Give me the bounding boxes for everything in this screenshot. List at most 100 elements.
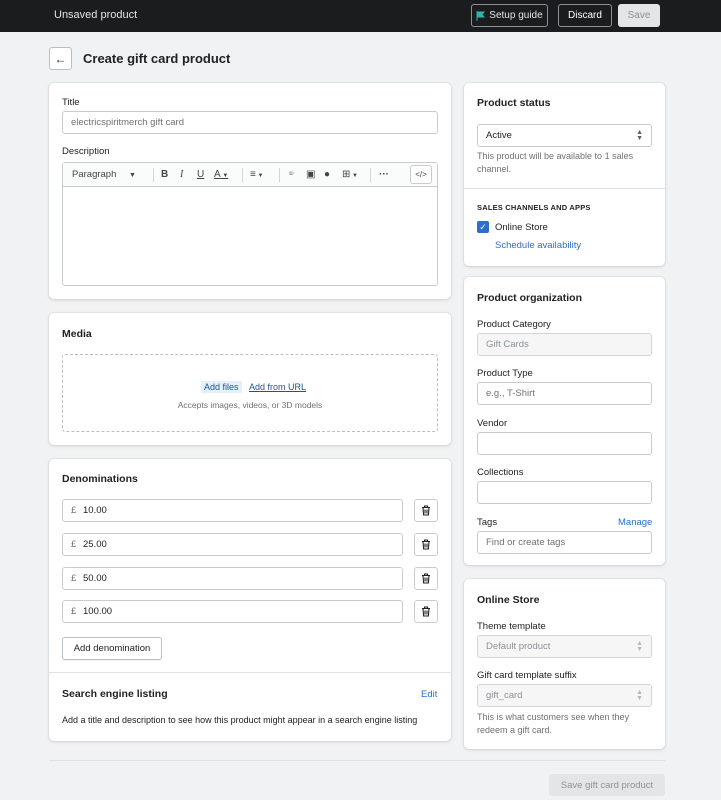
currency-symbol: £ [71, 573, 77, 584]
description-editor[interactable]: Paragraph ▼ B I U A ▼ ≡ ▼ ⚭ ▣ ● ⊞ ▼ ··· … [62, 162, 438, 286]
status-help: This product will be available to 1 sale… [477, 151, 634, 174]
footer-divider [49, 760, 665, 761]
table-icon[interactable]: ⊞ ▼ [342, 169, 358, 180]
setup-guide-button[interactable]: Setup guide [471, 4, 548, 27]
add-denomination-button[interactable]: Add denomination [62, 637, 162, 660]
denomination-value: 25.00 [83, 539, 107, 550]
flag-icon [476, 10, 486, 21]
unsaved-title: Unsaved product [54, 9, 138, 21]
arrow-left-icon: ← [54, 51, 67, 66]
seo-description: Add a title and description to see how t… [62, 715, 418, 725]
select-arrows-icon: ▲ ▼ [636, 689, 643, 702]
setup-guide-label: Setup guide [489, 10, 543, 21]
suffix-label: Gift card template suffix [477, 670, 577, 681]
schedule-availability-link[interactable]: Schedule availability [495, 240, 581, 251]
product-organization-heading: Product organization [477, 292, 582, 304]
tags-label: Tags [477, 517, 498, 528]
suffix-help: This is what customers see when they red… [477, 712, 630, 735]
title-label: Title [62, 97, 80, 108]
toolbar-separator [370, 168, 371, 182]
online-store-checkbox[interactable]: ✓ [477, 221, 489, 233]
align-icon[interactable]: ≡ ▼ [250, 169, 263, 180]
online-store-heading: Online Store [477, 594, 540, 606]
caret-down-icon: ▼ [129, 172, 136, 179]
paragraph-dropdown[interactable]: Paragraph ▼ [72, 169, 136, 180]
product-status-heading: Product status [477, 97, 551, 109]
page-title: Create gift card product [83, 51, 231, 66]
section-divider [49, 672, 451, 673]
trash-icon [422, 573, 430, 584]
product-type-placeholder: e.g., T-Shirt [486, 388, 535, 399]
bold-icon[interactable]: B [161, 169, 168, 180]
discard-button[interactable]: Discard [558, 4, 612, 27]
denomination-value: 10.00 [83, 505, 107, 516]
suffix-select[interactable]: gift_card ▲ ▼ [477, 684, 652, 707]
media-heading: Media [62, 328, 92, 340]
manage-tags-link[interactable]: Manage [618, 517, 652, 528]
vendor-label: Vendor [477, 418, 508, 429]
collections-label: Collections [477, 467, 524, 478]
top-bar: Unsaved product Setup guide Discard Save [0, 0, 721, 32]
denomination-input[interactable]: £100.00 [62, 600, 403, 623]
underline-icon[interactable]: U [197, 169, 204, 180]
save-button[interactable]: Save [618, 4, 660, 27]
link-icon[interactable]: ⚭ [287, 169, 295, 180]
category-label: Product Category [477, 319, 551, 330]
suffix-value: gift_card [486, 690, 523, 701]
add-files-button[interactable]: Add files [201, 381, 242, 393]
section-divider [464, 188, 665, 189]
theme-template-value: Default product [486, 641, 551, 652]
toolbar-separator [242, 168, 243, 182]
currency-symbol: £ [71, 505, 77, 516]
text-color-icon[interactable]: A ▼ [214, 169, 228, 180]
trash-icon [422, 505, 430, 516]
delete-denomination-button[interactable] [414, 600, 438, 623]
denomination-input[interactable]: £50.00 [62, 567, 403, 590]
category-input[interactable]: Gift Cards [477, 333, 652, 356]
tags-placeholder: Find or create tags [486, 537, 566, 548]
toolbar-separator [279, 168, 280, 182]
checkmark-icon: ✓ [479, 221, 487, 232]
description-label: Description [62, 146, 110, 157]
product-type-label: Product Type [477, 368, 533, 379]
accepts-text: Accepts images, videos, or 3D models [177, 400, 323, 410]
collections-input[interactable] [477, 481, 652, 504]
title-input-value: electricspiritmerch gift card [71, 117, 184, 128]
theme-template-label: Theme template [477, 621, 546, 632]
save-gift-card-product-button[interactable]: Save gift card product [549, 774, 665, 796]
trash-icon [422, 539, 430, 550]
delete-denomination-button[interactable] [414, 533, 438, 556]
media-dropzone[interactable]: Add files Add from URL Accepts images, v… [62, 354, 438, 432]
vendor-input[interactable] [477, 432, 652, 455]
select-arrows-icon: ▲ ▼ [636, 640, 643, 653]
currency-symbol: £ [71, 539, 77, 550]
image-icon[interactable]: ▣ [306, 169, 315, 180]
add-from-url-link[interactable]: Add from URL [249, 382, 306, 392]
category-value: Gift Cards [486, 339, 529, 350]
video-icon[interactable]: ● [324, 169, 330, 180]
editor-toolbar: Paragraph ▼ B I U A ▼ ≡ ▼ ⚭ ▣ ● ⊞ ▼ ··· … [63, 163, 437, 187]
currency-symbol: £ [71, 606, 77, 617]
online-store-channel-label: Online Store [495, 222, 548, 233]
seo-edit-link[interactable]: Edit [421, 689, 437, 700]
denominations-heading: Denominations [62, 473, 138, 485]
delete-denomination-button[interactable] [414, 499, 438, 522]
back-button[interactable]: ← [49, 47, 72, 70]
italic-icon[interactable]: I [180, 169, 183, 180]
delete-denomination-button[interactable] [414, 567, 438, 590]
status-select[interactable]: Active ▲ ▼ [477, 124, 652, 147]
product-type-input[interactable]: e.g., T-Shirt [477, 382, 652, 405]
denomination-value: 50.00 [83, 573, 107, 584]
status-value: Active [486, 130, 512, 141]
more-icon[interactable]: ··· [379, 169, 389, 180]
denomination-input[interactable]: £25.00 [62, 533, 403, 556]
code-icon[interactable]: </> [410, 165, 432, 184]
tags-input[interactable]: Find or create tags [477, 531, 652, 554]
trash-icon [422, 606, 430, 617]
denomination-input[interactable]: £10.00 [62, 499, 403, 522]
theme-template-select[interactable]: Default product ▲ ▼ [477, 635, 652, 658]
title-input[interactable]: electricspiritmerch gift card [62, 111, 438, 134]
seo-heading: Search engine listing [62, 688, 168, 700]
paragraph-label: Paragraph [72, 169, 117, 180]
toolbar-separator [153, 168, 154, 182]
